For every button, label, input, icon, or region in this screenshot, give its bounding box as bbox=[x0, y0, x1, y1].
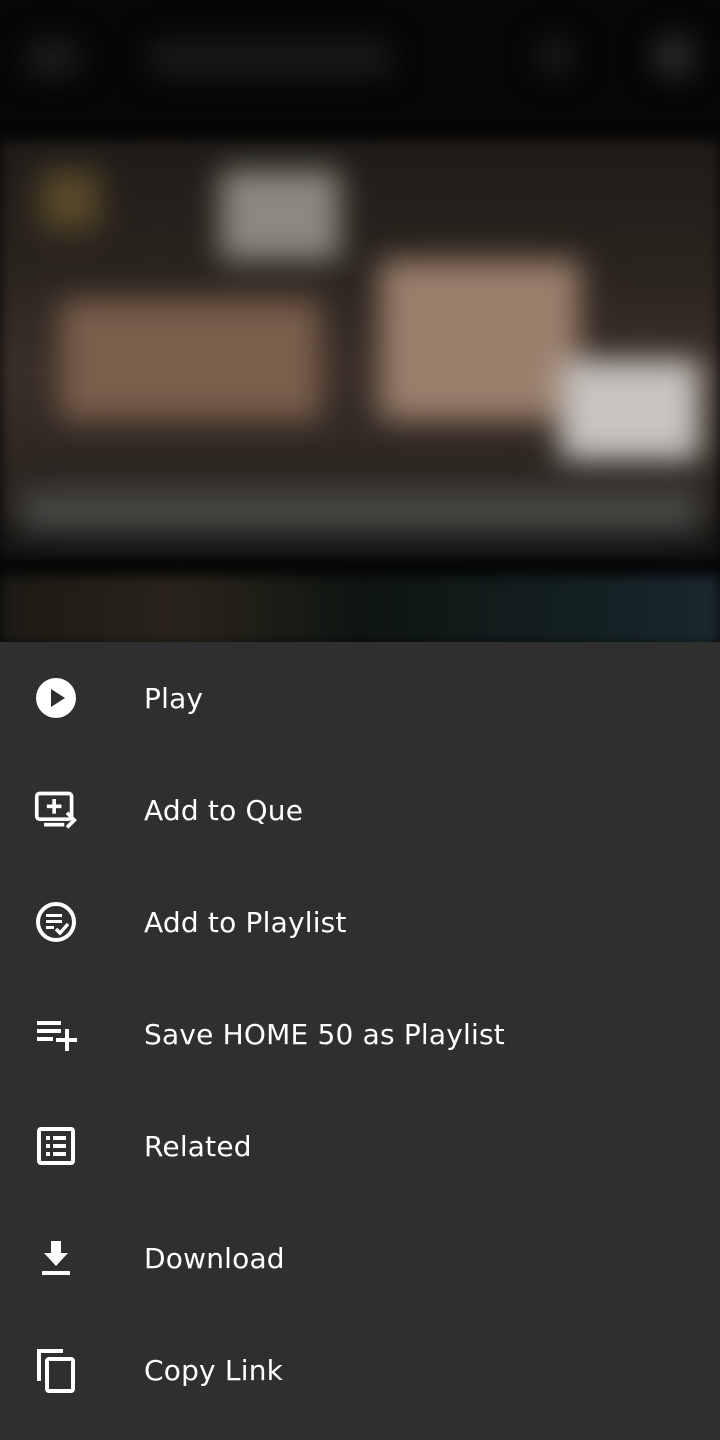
background-search-icon bbox=[535, 36, 575, 76]
background-avatar bbox=[652, 34, 696, 78]
background-title bbox=[150, 40, 390, 76]
menu-item-label: Related bbox=[144, 1129, 252, 1163]
list-icon bbox=[34, 1124, 78, 1168]
background-video-thumbnail bbox=[0, 140, 720, 560]
background-next-thumbnail bbox=[0, 575, 720, 645]
menu-item-add-to-playlist[interactable]: Add to Playlist bbox=[0, 866, 720, 978]
menu-item-label: Copy Link bbox=[144, 1353, 284, 1387]
playlist-add-icon bbox=[34, 1012, 78, 1056]
menu-item-label: Save HOME 50 as Playlist bbox=[144, 1017, 505, 1051]
menu-item-copy-link[interactable]: Copy Link bbox=[0, 1314, 720, 1426]
background-menu-icon bbox=[28, 40, 78, 76]
copy-icon bbox=[34, 1348, 78, 1393]
menu-item-related[interactable]: Related bbox=[0, 1090, 720, 1202]
menu-item-label: Play bbox=[144, 681, 204, 715]
menu-item-play[interactable]: Play bbox=[0, 642, 720, 754]
background-app-bar bbox=[0, 0, 720, 120]
menu-item-label: Add to Que bbox=[144, 793, 304, 827]
add-to-queue-icon bbox=[34, 788, 78, 832]
playlist-check-icon bbox=[34, 900, 78, 944]
menu-item-download[interactable]: Download bbox=[0, 1202, 720, 1314]
menu-item-label: Download bbox=[144, 1241, 285, 1275]
menu-item-save-as-playlist[interactable]: Save HOME 50 as Playlist bbox=[0, 978, 720, 1090]
screen: Play Add to Que Add to Playlist Save HOM… bbox=[0, 0, 720, 1440]
options-bottom-sheet: Play Add to Que Add to Playlist Save HOM… bbox=[0, 642, 720, 1440]
menu-item-add-to-queue[interactable]: Add to Que bbox=[0, 754, 720, 866]
menu-item-label: Add to Playlist bbox=[144, 905, 347, 939]
download-icon bbox=[34, 1236, 78, 1280]
play-circle-icon bbox=[34, 676, 78, 720]
